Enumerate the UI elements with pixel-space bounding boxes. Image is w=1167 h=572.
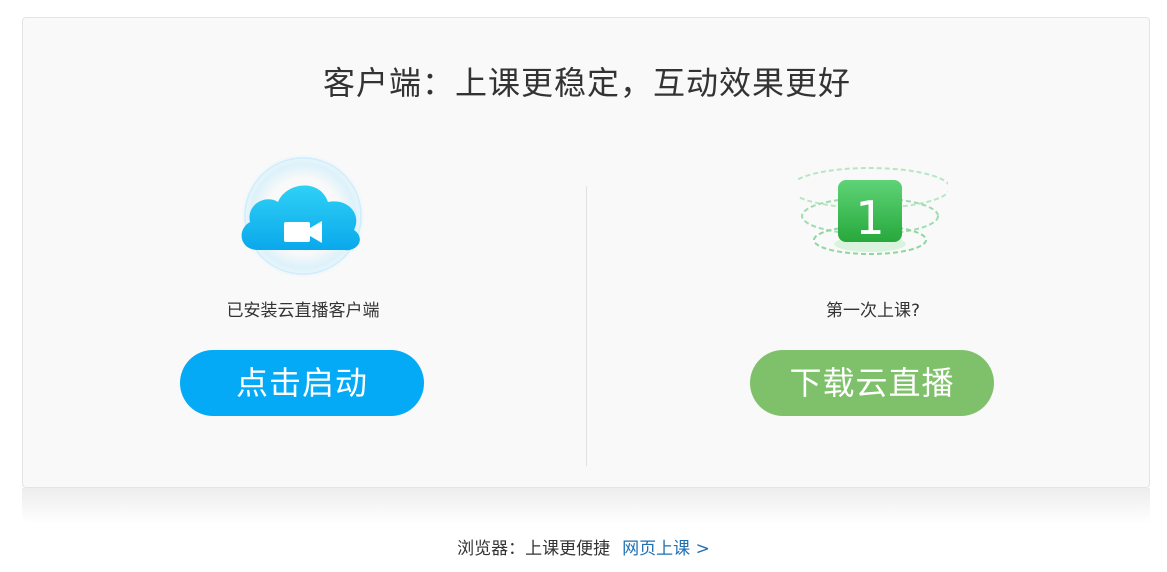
section-divider [586, 186, 587, 466]
badge-number: 1 [855, 191, 884, 245]
browser-footer: 浏览器：上课更便捷 网页上课 > [0, 534, 1167, 559]
download-button[interactable]: 下载云直播 [750, 350, 994, 416]
client-card: 客户端：上课更稳定，互动效果更好 已安装云直播客户端 点击启动 1 第一次上课?… [22, 17, 1150, 488]
cloud-video-icon [228, 148, 378, 278]
browser-label: 浏览器：上课更便捷 [457, 539, 611, 559]
badge-one-icon: 1 [789, 148, 951, 278]
page-title: 客户端：上课更稳定，互动效果更好 [322, 64, 851, 102]
web-class-link[interactable]: 网页上课 > [622, 539, 710, 559]
card-shadow [22, 488, 1150, 524]
launch-button[interactable]: 点击启动 [180, 350, 424, 416]
first-class-label: 第一次上课? [825, 301, 921, 321]
installed-client-label: 已安装云直播客户端 [226, 301, 380, 321]
